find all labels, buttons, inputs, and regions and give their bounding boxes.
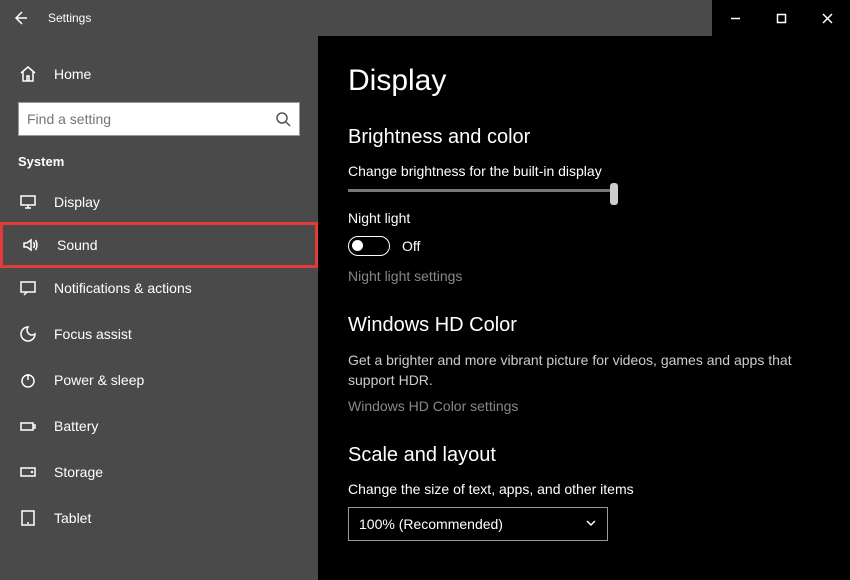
sidebar: Home System Display Sound Notifications & … (0, 36, 318, 580)
sidebar-item-display[interactable]: Display (0, 179, 318, 225)
close-button[interactable] (804, 0, 850, 36)
storage-icon (18, 462, 38, 482)
maximize-button[interactable] (758, 0, 804, 36)
sidebar-item-label: Focus assist (54, 326, 132, 342)
search-box[interactable] (18, 102, 300, 136)
sidebar-item-label: Sound (57, 237, 97, 253)
sidebar-item-focus-assist[interactable]: Focus assist (0, 311, 318, 357)
section-header: System (0, 148, 318, 179)
power-icon (18, 370, 38, 390)
night-light-label: Night light (348, 210, 820, 226)
scale-label: Change the size of text, apps, and other… (348, 481, 820, 497)
sidebar-item-tablet[interactable]: Tablet (0, 495, 318, 541)
close-icon (822, 13, 833, 24)
scale-section-title: Scale and layout (348, 444, 820, 467)
home-icon (18, 64, 38, 84)
night-light-settings-link[interactable]: Night light settings (348, 268, 820, 284)
hdr-description: Get a brighter and more vibrant picture … (348, 351, 820, 390)
page-title: Display (348, 64, 820, 98)
brightness-slider-label: Change brightness for the built-in displ… (348, 163, 820, 179)
brightness-slider[interactable] (348, 189, 618, 192)
sidebar-item-notifications-actions[interactable]: Notifications & actions (0, 265, 318, 311)
sidebar-item-sound[interactable]: Sound (0, 222, 318, 268)
scale-dropdown[interactable]: 100% (Recommended) (348, 507, 608, 541)
focus-icon (18, 324, 38, 344)
window-title: Settings (48, 11, 91, 25)
sidebar-item-label: Power & sleep (54, 372, 144, 388)
search-icon (275, 111, 291, 127)
hdr-settings-link[interactable]: Windows HD Color settings (348, 398, 820, 414)
minimize-button[interactable] (712, 0, 758, 36)
content-area: Display Brightness and color Change brig… (318, 36, 850, 580)
sidebar-item-label: Notifications & actions (54, 280, 192, 296)
back-button[interactable] (0, 0, 40, 36)
sidebar-item-battery[interactable]: Battery (0, 403, 318, 449)
slider-thumb[interactable] (610, 183, 618, 205)
titlebar: Settings (0, 0, 850, 36)
display-icon (18, 192, 38, 212)
notif-icon (18, 278, 38, 298)
tablet-icon (18, 508, 38, 528)
arrow-left-icon (12, 10, 28, 26)
night-light-toggle[interactable] (348, 236, 390, 256)
chevron-down-icon (585, 517, 597, 532)
sidebar-item-storage[interactable]: Storage (0, 449, 318, 495)
sound-icon (21, 235, 41, 255)
hdr-section-title: Windows HD Color (348, 314, 820, 337)
home-label: Home (54, 66, 91, 82)
night-light-state: Off (402, 238, 420, 254)
search-input[interactable] (27, 111, 275, 127)
brightness-section-title: Brightness and color (348, 126, 820, 149)
sidebar-item-label: Tablet (54, 510, 91, 526)
maximize-icon (776, 13, 787, 24)
sidebar-item-label: Display (54, 194, 100, 210)
sidebar-item-label: Storage (54, 464, 103, 480)
window-controls (712, 0, 850, 36)
sidebar-item-label: Battery (54, 418, 98, 434)
battery-icon (18, 416, 38, 436)
sidebar-item-power-sleep[interactable]: Power & sleep (0, 357, 318, 403)
minimize-icon (730, 13, 741, 24)
toggle-knob (352, 240, 363, 251)
home-nav[interactable]: Home (0, 54, 318, 94)
scale-dropdown-value: 100% (Recommended) (359, 516, 503, 532)
